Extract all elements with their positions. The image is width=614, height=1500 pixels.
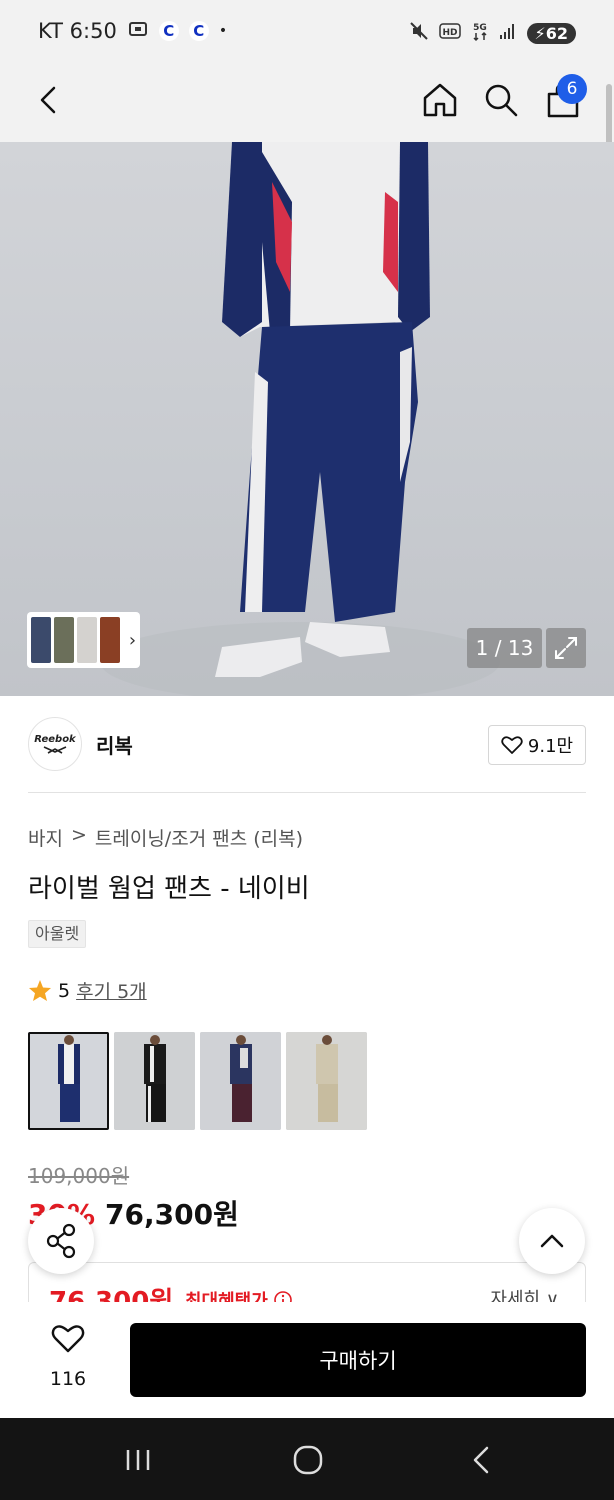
home-circle-icon: [293, 1445, 323, 1475]
heart-outline-icon: [501, 736, 523, 754]
app-header: 6: [0, 64, 614, 142]
like-count: 116: [49, 1368, 87, 1390]
swatch-navy[interactable]: [28, 1032, 109, 1130]
bottom-purchase-bar: 116 구매하기: [0, 1302, 614, 1418]
brand-favorite-count: 9.1만: [527, 736, 574, 757]
product-title: 라이벌 웜업 팬츠 - 네이비: [28, 874, 310, 904]
svg-text:5G: 5G: [473, 23, 487, 33]
product-image[interactable]: › 1 / 13: [0, 142, 614, 696]
heart-outline-icon: [51, 1325, 85, 1353]
outlet-tag: 아울렛: [28, 920, 87, 948]
recent-apps-icon: [126, 1450, 150, 1470]
swatch-black[interactable]: [114, 1032, 195, 1130]
svg-text:HD: HD: [442, 28, 457, 38]
scroll-top-button[interactable]: [519, 1208, 585, 1274]
back-button[interactable]: [30, 80, 70, 120]
battery-level: 62: [545, 23, 568, 43]
notification-c-icon: C: [188, 21, 209, 41]
chevron-right-icon: ›: [128, 629, 137, 651]
brand-logo-text: Reebok: [34, 733, 76, 745]
rating-row: 5 후기 5개: [28, 977, 147, 1004]
home-button[interactable]: [420, 80, 460, 120]
rating-value: 5: [58, 979, 71, 1002]
system-home-button[interactable]: [290, 1442, 326, 1478]
mute-icon: [409, 21, 429, 45]
carrier-time: KT 6:50: [38, 19, 117, 43]
color-swatches: [28, 1032, 367, 1130]
review-count-link[interactable]: 후기 5개: [76, 977, 147, 1004]
share-icon: [46, 1223, 76, 1259]
search-icon: [485, 84, 518, 117]
breadcrumb-item[interactable]: 트레이닝/조거 팬츠 (리복): [95, 824, 303, 851]
brand-name[interactable]: 리복: [96, 730, 133, 759]
breadcrumb: 바지 > 트레이닝/조거 팬츠 (리복): [28, 824, 303, 851]
sale-price: 76,300원: [105, 1198, 239, 1231]
share-button[interactable]: [28, 1208, 94, 1274]
brand-row: Reebok 리복 9.1만: [28, 716, 586, 772]
swatch-burgundy[interactable]: [200, 1032, 281, 1130]
gallery-thumbnail: [76, 617, 97, 663]
status-right: HD 5G ⚡62: [409, 20, 576, 46]
back-chevron-icon: [473, 1446, 489, 1474]
status-bar: KT 6:50 C C • HD 5G ⚡62: [0, 0, 614, 64]
chevron-up-icon: [540, 1234, 564, 1248]
more-notifications-dot: •: [218, 23, 228, 39]
gallery-thumbnail: [53, 617, 74, 663]
breadcrumb-item[interactable]: 바지: [28, 824, 63, 851]
gallery-thumbnail: [31, 617, 51, 663]
original-price: 109,000원: [28, 1164, 130, 1188]
buy-button[interactable]: 구매하기: [130, 1323, 586, 1397]
home-icon: [423, 83, 457, 117]
star-icon: [29, 979, 51, 1001]
swatch-beige[interactable]: [286, 1032, 367, 1130]
system-nav-bar: [0, 1418, 614, 1500]
gallery-thumbnail: [99, 617, 120, 663]
battery-icon: ⚡62: [526, 22, 576, 44]
brand-logo[interactable]: Reebok: [28, 717, 82, 771]
expand-image-button[interactable]: [546, 628, 586, 668]
gallery-thumbnail-strip[interactable]: ›: [27, 612, 140, 668]
hd-icon: HD: [438, 23, 461, 43]
divider: [28, 792, 586, 793]
5g-icon: 5G: [471, 20, 489, 46]
breadcrumb-separator: >: [70, 824, 87, 846]
status-left: KT 6:50 C C •: [38, 19, 227, 43]
search-button[interactable]: [481, 80, 521, 120]
screenshot-icon: [127, 19, 149, 43]
like-button[interactable]: 116: [40, 1324, 96, 1394]
system-back-button[interactable]: [464, 1442, 500, 1478]
brand-favorite-button[interactable]: 9.1만: [488, 725, 586, 765]
image-page-counter: 1 / 13: [467, 628, 542, 668]
cart-count-badge: 6: [557, 74, 587, 104]
notification-c-icon: C: [158, 21, 179, 41]
expand-icon: [555, 637, 577, 659]
recent-apps-button[interactable]: [120, 1442, 156, 1478]
reebok-delta-icon: [43, 745, 67, 754]
back-arrow-icon: [40, 86, 56, 114]
signal-icon: [499, 22, 517, 44]
